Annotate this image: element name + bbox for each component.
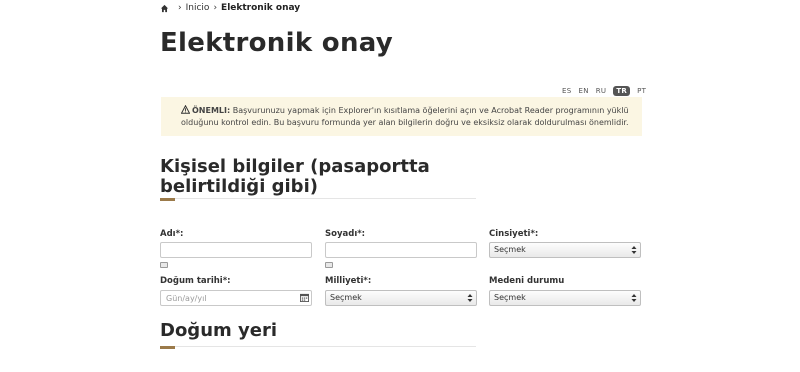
nationality-select-value: Seçmek bbox=[330, 293, 362, 302]
breadcrumb-current: Elektronik onay bbox=[221, 3, 301, 13]
notice-text-1: Başvurunuzu yapmak için Explorer'ın kısı… bbox=[232, 106, 629, 115]
breadcrumb-inicio-link[interactable]: Inicio bbox=[186, 3, 210, 13]
section-accent bbox=[160, 198, 175, 201]
page-title: Elektronik onay bbox=[160, 28, 394, 58]
chevron-right-icon: › bbox=[213, 3, 218, 13]
gender-select-value: Seçmek bbox=[494, 245, 526, 254]
lang-en[interactable]: EN bbox=[578, 87, 588, 95]
first-name-input[interactable] bbox=[160, 242, 312, 258]
select-arrows-icon bbox=[631, 246, 637, 254]
notice-line-1: ÖNEMLI: Başvurunuzu yapmak için Explorer… bbox=[181, 105, 630, 117]
calendar-icon[interactable] bbox=[300, 293, 309, 302]
last-name-label: Soyadı*: bbox=[325, 229, 366, 239]
breadcrumb: › Inicio › Elektronik onay bbox=[160, 2, 300, 14]
gender-label: Cinsiyeti*: bbox=[489, 229, 539, 239]
marital-status-select-value: Seçmek bbox=[494, 293, 526, 302]
marital-status-select[interactable]: Seçmek bbox=[489, 290, 641, 306]
marital-status-label: Medeni durumu bbox=[489, 276, 565, 286]
birth-date-input[interactable] bbox=[160, 290, 312, 306]
select-arrows-icon bbox=[467, 294, 473, 302]
important-notice: ÖNEMLI: Başvurunuzu yapmak için Explorer… bbox=[161, 97, 642, 136]
notice-strong: ÖNEMLI: bbox=[192, 106, 231, 115]
last-name-input[interactable] bbox=[325, 242, 477, 258]
section-accent bbox=[160, 346, 175, 349]
section-divider bbox=[160, 346, 476, 347]
lang-tr[interactable]: TR bbox=[613, 86, 631, 96]
nationality-select[interactable]: Seçmek bbox=[325, 290, 477, 306]
lang-ru[interactable]: RU bbox=[596, 87, 607, 95]
section-title-birthplace: Doğum yeri bbox=[160, 320, 278, 341]
lang-pt[interactable]: PT bbox=[637, 87, 646, 95]
select-arrows-icon bbox=[631, 294, 637, 302]
gender-select[interactable]: Seçmek bbox=[489, 242, 641, 258]
keyboard-icon[interactable] bbox=[160, 262, 168, 268]
section-title-personal: Kişisel bilgiler (pasaportta belirtildiğ… bbox=[160, 156, 430, 197]
chevron-right-icon: › bbox=[178, 3, 182, 13]
language-switcher: ES EN RU TR PT bbox=[562, 86, 653, 96]
first-name-label: Adı*: bbox=[160, 229, 184, 239]
keyboard-icon[interactable] bbox=[325, 262, 333, 268]
warning-icon bbox=[181, 105, 190, 114]
lang-es[interactable]: ES bbox=[562, 87, 571, 95]
notice-text-2: olduğunu kontrol edin. Bu başvuru formun… bbox=[181, 118, 629, 127]
home-icon[interactable] bbox=[160, 4, 169, 13]
nationality-label: Milliyeti*: bbox=[325, 276, 372, 286]
birth-date-label: Doğum tarihi*: bbox=[160, 276, 231, 286]
section-divider bbox=[160, 198, 476, 199]
